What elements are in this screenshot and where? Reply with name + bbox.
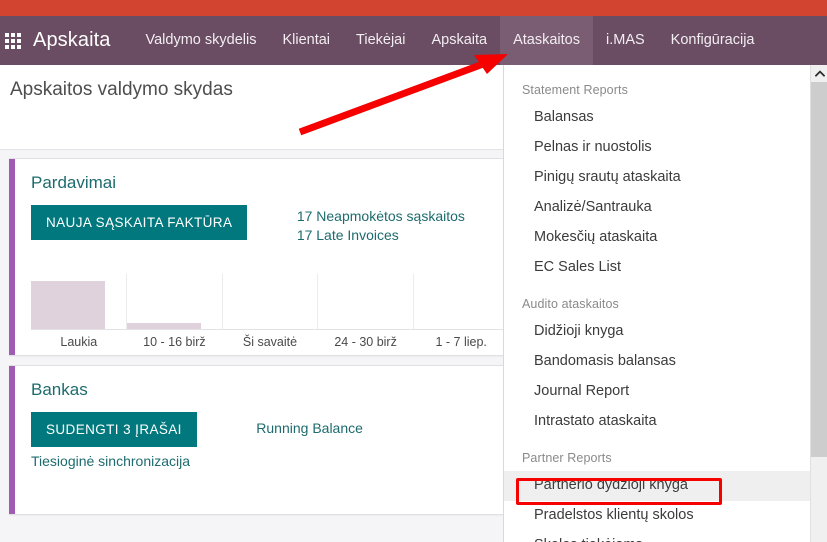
menu-item-ec-sales-list[interactable]: EC Sales List bbox=[504, 253, 810, 283]
menu-item-pelnas-ir-nuostolis[interactable]: Pelnas ir nuostolis bbox=[504, 133, 810, 163]
chart-column bbox=[414, 274, 509, 329]
nav-item-ataskaitos[interactable]: Ataskaitos bbox=[500, 16, 593, 65]
reports-dropdown-menu: Statement Reports Balansas Pelnas ir nuo… bbox=[503, 65, 810, 542]
chart-column bbox=[318, 274, 415, 329]
top-red-banner bbox=[0, 0, 827, 16]
chart-x-label: 24 - 30 birž bbox=[334, 335, 397, 349]
nav-item-konfiguracija[interactable]: Konfigūracija bbox=[658, 16, 768, 65]
page-title: Apskaitos valdymo skydas bbox=[10, 79, 233, 100]
stat-unpaid-invoices[interactable]: 17 Neapmokėtos sąskaitos bbox=[297, 207, 465, 226]
chevron-up-icon[interactable] bbox=[811, 65, 827, 82]
sales-bar-chart: Laukia 10 - 16 birž Ši savaitė 24 - 30 b… bbox=[31, 274, 509, 355]
nav-item-klientai[interactable]: Klientai bbox=[269, 16, 343, 65]
app-window: Apskaita Valdymo skydelis Klientai Tiekė… bbox=[0, 0, 827, 542]
grid-icon[interactable] bbox=[5, 32, 21, 49]
chart-x-axis-labels: Laukia 10 - 16 birž Ši savaitė 24 - 30 b… bbox=[31, 335, 509, 349]
menu-item-analize-santrauka[interactable]: Analizė/Santrauka bbox=[504, 193, 810, 223]
menu-item-didzioji-knyga[interactable]: Didžioji knyga bbox=[504, 317, 810, 347]
bank-stats: Running Balance bbox=[256, 412, 363, 438]
menu-item-intrastato-ataskaita[interactable]: Intrastato ataskaita bbox=[504, 407, 810, 437]
nav-item-imas[interactable]: i.MAS bbox=[593, 16, 658, 65]
scrollbar-thumb[interactable] bbox=[811, 82, 827, 457]
chart-bar[interactable] bbox=[126, 323, 201, 329]
menu-item-bandomasis-balansas[interactable]: Bandomasis balansas bbox=[504, 347, 810, 377]
card-accent-bar bbox=[9, 366, 15, 514]
stat-running-balance[interactable]: Running Balance bbox=[256, 419, 363, 438]
reconcile-button[interactable]: SUDENGTI 3 ĮRAŠAI bbox=[31, 412, 197, 447]
chart-x-label: Ši savaitė bbox=[242, 335, 298, 349]
menu-item-pradelstos-klientu-skolos[interactable]: Pradelstos klientų skolos bbox=[504, 501, 810, 531]
sales-stats: 17 Neapmokėtos sąskaitos 17 Late Invoice… bbox=[297, 205, 465, 245]
brand-title: Apskaita bbox=[33, 29, 111, 51]
chart-x-label: Laukia bbox=[60, 335, 98, 349]
menu-item-partnerio-dydzioji-knyga[interactable]: Partnerio dydžioji knyga bbox=[504, 471, 810, 501]
nav-item-valdymo-skydelis[interactable]: Valdymo skydelis bbox=[133, 16, 270, 65]
menu-group-partner-reports: Partner Reports bbox=[522, 451, 612, 465]
new-invoice-button[interactable]: NAUJA SĄSKAITA FAKTŪRA bbox=[31, 205, 248, 240]
menu-item-mokesciu-ataskaita[interactable]: Mokesčių ataskaita bbox=[504, 223, 810, 253]
card-accent-bar bbox=[9, 159, 15, 355]
chart-column bbox=[223, 274, 319, 329]
nav-item-tiekejai[interactable]: Tiekėjai bbox=[343, 16, 418, 65]
menu-item-balansas[interactable]: Balansas bbox=[504, 103, 810, 133]
chart-bar[interactable] bbox=[31, 281, 105, 329]
vertical-scrollbar[interactable] bbox=[810, 65, 827, 542]
chart-column bbox=[126, 274, 223, 329]
menu-item-pinigu-srautu-ataskaita[interactable]: Pinigų srautų ataskaita bbox=[504, 163, 810, 193]
menu-item-skolos-tiekejams[interactable]: Skolos tiekėjams bbox=[504, 531, 810, 542]
chart-x-label: 10 - 16 birž bbox=[143, 335, 206, 349]
menu-group-audito-ataskaitos: Audito ataskaitos bbox=[522, 297, 619, 311]
menu-item-journal-report[interactable]: Journal Report bbox=[504, 377, 810, 407]
chart-plot-area bbox=[31, 274, 509, 330]
main-navbar: Apskaita Valdymo skydelis Klientai Tiekė… bbox=[0, 16, 827, 65]
menu-group-statement-reports: Statement Reports bbox=[522, 83, 628, 97]
chart-x-label: 1 - 7 liep. bbox=[435, 335, 487, 349]
chart-column bbox=[31, 274, 127, 329]
stat-late-invoices[interactable]: 17 Late Invoices bbox=[297, 226, 465, 245]
nav-item-apskaita[interactable]: Apskaita bbox=[418, 16, 500, 65]
